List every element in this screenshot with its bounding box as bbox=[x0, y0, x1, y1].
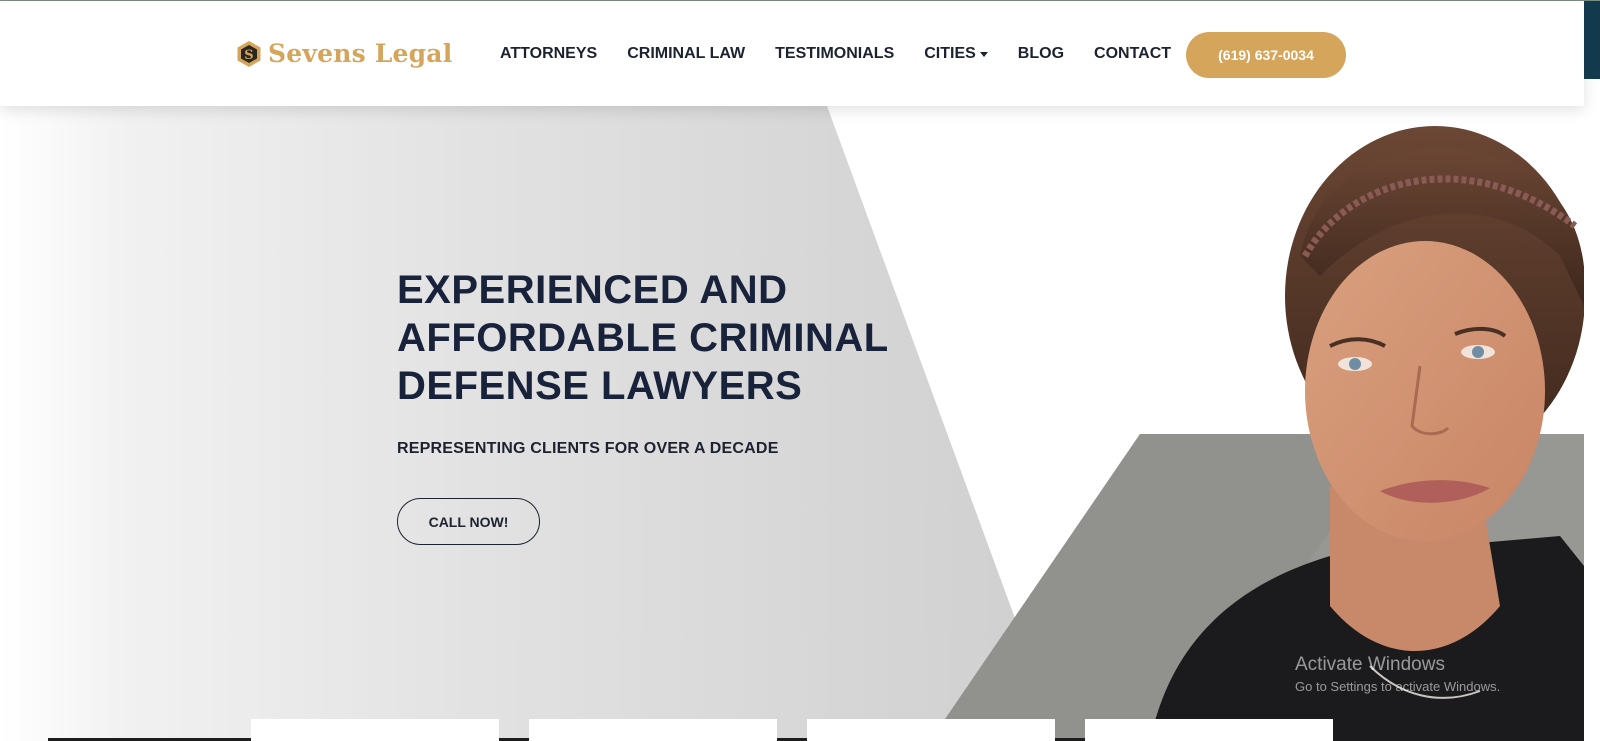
call-now-button[interactable]: CALL NOW! bbox=[397, 498, 540, 545]
nav-item-blog[interactable]: BLOG bbox=[1018, 45, 1064, 63]
watermark-title: Activate Windows bbox=[1295, 654, 1445, 675]
nav-item-contact[interactable]: CONTACT bbox=[1094, 45, 1171, 63]
scrollbar-strip bbox=[1584, 1, 1600, 79]
feature-card[interactable] bbox=[529, 719, 777, 741]
svg-text:S: S bbox=[244, 48, 253, 63]
hero-section: EXPERIENCED AND AFFORDABLE CRIMINAL DEFE… bbox=[0, 106, 1584, 741]
attorney-portrait bbox=[1150, 126, 1584, 741]
headline-line: EXPERIENCED AND bbox=[397, 268, 788, 312]
main-nav: ATTORNEYS CRIMINAL LAW TESTIMONIALS CITI… bbox=[500, 45, 1201, 63]
nav-item-criminal-law[interactable]: CRIMINAL LAW bbox=[627, 45, 745, 63]
hero-headline: EXPERIENCED AND AFFORDABLE CRIMINAL DEFE… bbox=[397, 266, 917, 410]
feature-card[interactable] bbox=[1085, 719, 1333, 741]
feature-card[interactable] bbox=[807, 719, 1055, 741]
watermark-subtitle: Go to Settings to activate Windows. bbox=[1295, 679, 1501, 694]
activate-windows-watermark: Activate Windows Go to Settings to activ… bbox=[1295, 654, 1500, 694]
headline-line: AFFORDABLE CRIMINAL bbox=[397, 316, 889, 360]
feature-cards bbox=[0, 719, 1584, 741]
hexagon-logo-icon: S bbox=[237, 40, 261, 67]
nav-item-attorneys[interactable]: ATTORNEYS bbox=[500, 45, 597, 63]
feature-card[interactable] bbox=[251, 719, 499, 741]
logo[interactable]: S Sevens Legal bbox=[236, 39, 452, 68]
nav-item-cities-label: CITIES bbox=[924, 45, 976, 62]
nav-item-cities[interactable]: CITIES bbox=[924, 45, 988, 63]
hero-content: EXPERIENCED AND AFFORDABLE CRIMINAL DEFE… bbox=[397, 266, 917, 545]
headline-line: DEFENSE LAWYERS bbox=[397, 364, 803, 408]
brand-name: Sevens Legal bbox=[268, 39, 453, 68]
nav-item-testimonials[interactable]: TESTIMONIALS bbox=[775, 45, 894, 63]
site-header: S Sevens Legal ATTORNEYS CRIMINAL LAW TE… bbox=[0, 1, 1584, 106]
phone-button[interactable]: (619) 637-0034 bbox=[1186, 32, 1346, 78]
caret-down-icon bbox=[979, 51, 988, 57]
hero-subheadline: REPRESENTING CLIENTS FOR OVER A DECADE bbox=[397, 440, 779, 457]
